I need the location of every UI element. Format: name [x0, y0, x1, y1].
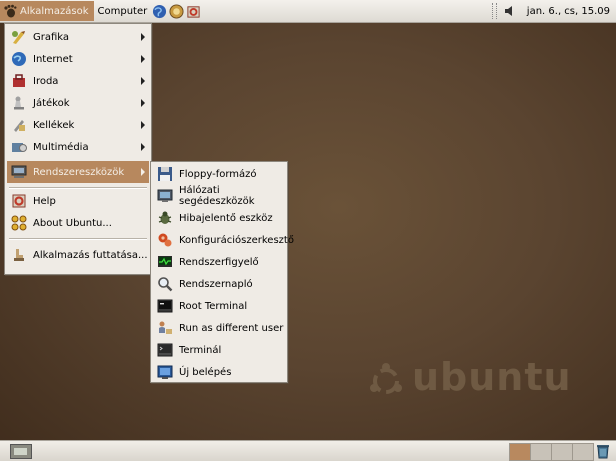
menu-separator [9, 187, 147, 189]
launcher-help[interactable] [185, 1, 202, 21]
submenu-item-label: Terminál [179, 344, 222, 356]
submenu-arrow-icon [141, 143, 145, 151]
workspace-1[interactable] [509, 443, 531, 461]
volume-icon[interactable] [503, 4, 517, 18]
submenu-item-label: Rendszernapló [179, 278, 253, 290]
menu-item-about-ubuntu[interactable]: About Ubuntu... [7, 212, 149, 234]
submenu-arrow-icon [141, 33, 145, 41]
submenu-item-label: Floppy-formázó [179, 168, 257, 180]
graphics-icon [11, 29, 27, 45]
menu-item-label: Kellékek [33, 119, 75, 131]
mail-client-icon [169, 3, 184, 19]
menu-separator [9, 238, 147, 240]
bottom-panel [0, 440, 616, 461]
menu-item-grafika[interactable]: Grafika [7, 26, 149, 48]
root-terminal-icon [157, 298, 173, 314]
submenu-arrow-icon [141, 55, 145, 63]
menu-item-label: Help [33, 195, 56, 207]
ubuntu-logo-icon [370, 363, 402, 394]
menu-item-label: Rendszereszközök [33, 166, 125, 178]
workspace-switcher [509, 443, 594, 461]
submenu-item-system-log[interactable]: Rendszernapló [153, 273, 285, 295]
submenu-arrow-icon [141, 121, 145, 129]
clock[interactable]: jan. 6., cs, 15.09 [517, 1, 616, 21]
menu-item-internet[interactable]: Internet [7, 48, 149, 70]
gnome-foot-icon [4, 4, 17, 18]
run-application-icon [11, 247, 27, 263]
submenu-item-label: Root Terminal [179, 300, 248, 312]
applications-dropdown: Grafika Internet Iroda Játékok Kellékek [4, 23, 152, 275]
ubuntu-watermark: ubuntu [412, 355, 572, 399]
submenu-item-label: Hálózati segédeszközök [179, 185, 255, 207]
menu-item-label: Multimédia [33, 141, 89, 153]
submenu-arrow-icon [141, 99, 145, 107]
panel-handle[interactable] [491, 3, 497, 19]
menu-item-rendszereszkozok[interactable]: Rendszereszközök [7, 161, 149, 183]
menu-item-label: About Ubuntu... [33, 217, 112, 229]
submenu-item-label: Run as different user [179, 322, 284, 334]
help-lifebuoy-icon [187, 5, 200, 18]
floppy-icon [157, 166, 173, 182]
menu-item-label: Iroda [33, 75, 59, 87]
computer-menu[interactable]: Computer [94, 1, 152, 21]
submenu-item-floppy[interactable]: Floppy-formázó [153, 163, 285, 185]
workspace-4[interactable] [572, 443, 594, 461]
browser-globe-icon [153, 4, 167, 18]
menu-item-label: Játékok [33, 97, 70, 109]
applications-menu-label: Alkalmazások [20, 5, 89, 17]
trash-icon[interactable] [596, 443, 610, 459]
top-panel: Alkalmazások Computer jan. 6., cs, 15.09 [0, 0, 616, 23]
submenu-item-label: Új belépés [179, 366, 232, 378]
globe-icon [11, 51, 27, 67]
network-tools-icon [157, 188, 173, 204]
applications-menu[interactable]: Alkalmazások [0, 1, 94, 21]
menu-item-label: Internet [33, 53, 73, 65]
bug-report-icon [157, 210, 173, 226]
submenu-item-run-as-user[interactable]: Run as different user [153, 317, 285, 339]
submenu-item-new-login[interactable]: Új belépés [153, 361, 285, 383]
submenu-item-label: Rendszerfigyelő [179, 256, 259, 268]
games-icon [11, 95, 27, 111]
menu-item-kellekek[interactable]: Kellékek [7, 114, 149, 136]
accessories-icon [11, 117, 27, 133]
submenu-item-label: Hibajelentő eszköz [179, 212, 273, 224]
run-as-user-icon [157, 320, 173, 336]
submenu-item-root-terminal[interactable]: Root Terminal [153, 295, 285, 317]
submenu-item-config-editor[interactable]: Konfigurációszerkesztő [153, 229, 294, 251]
menu-item-multimedia[interactable]: Multimédia [7, 136, 149, 158]
submenu-arrow-icon [141, 168, 145, 176]
menu-item-help[interactable]: Help [7, 190, 149, 212]
office-icon [11, 73, 27, 89]
submenu-item-network-tools[interactable]: Hálózati segédeszközök [153, 185, 285, 207]
launcher-mail[interactable] [168, 1, 185, 21]
launcher-browser[interactable] [151, 1, 168, 21]
notification-area: jan. 6., cs, 15.09 [486, 1, 616, 21]
show-desktop-button[interactable] [10, 444, 32, 459]
help-icon [11, 193, 27, 209]
computer-menu-label: Computer [97, 5, 148, 17]
menu-item-label: Grafika [33, 31, 70, 43]
system-log-icon [157, 276, 173, 292]
menu-item-label: Alkalmazás futtatása... [33, 249, 148, 261]
submenu-item-terminal[interactable]: Terminál [153, 339, 285, 361]
new-login-icon [157, 364, 173, 380]
workspace-2[interactable] [530, 443, 552, 461]
system-monitor-icon [157, 254, 173, 270]
submenu-arrow-icon [141, 77, 145, 85]
terminal-icon [157, 342, 173, 358]
submenu-item-label: Konfigurációszerkesztő [179, 234, 294, 246]
system-tools-submenu: Floppy-formázó Hálózati segédeszközök Hi… [150, 161, 294, 383]
menu-item-iroda[interactable]: Iroda [7, 70, 149, 92]
system-tools-icon [11, 164, 27, 180]
config-editor-icon [157, 232, 173, 248]
menu-item-jatekok[interactable]: Játékok [7, 92, 149, 114]
submenu-item-bug-report[interactable]: Hibajelentő eszköz [153, 207, 285, 229]
workspace-3[interactable] [551, 443, 573, 461]
submenu-item-system-monitor[interactable]: Rendszerfigyelő [153, 251, 285, 273]
menu-item-run-application[interactable]: Alkalmazás futtatása... [7, 244, 149, 266]
multimedia-icon [11, 139, 27, 155]
about-ubuntu-icon [11, 215, 27, 231]
